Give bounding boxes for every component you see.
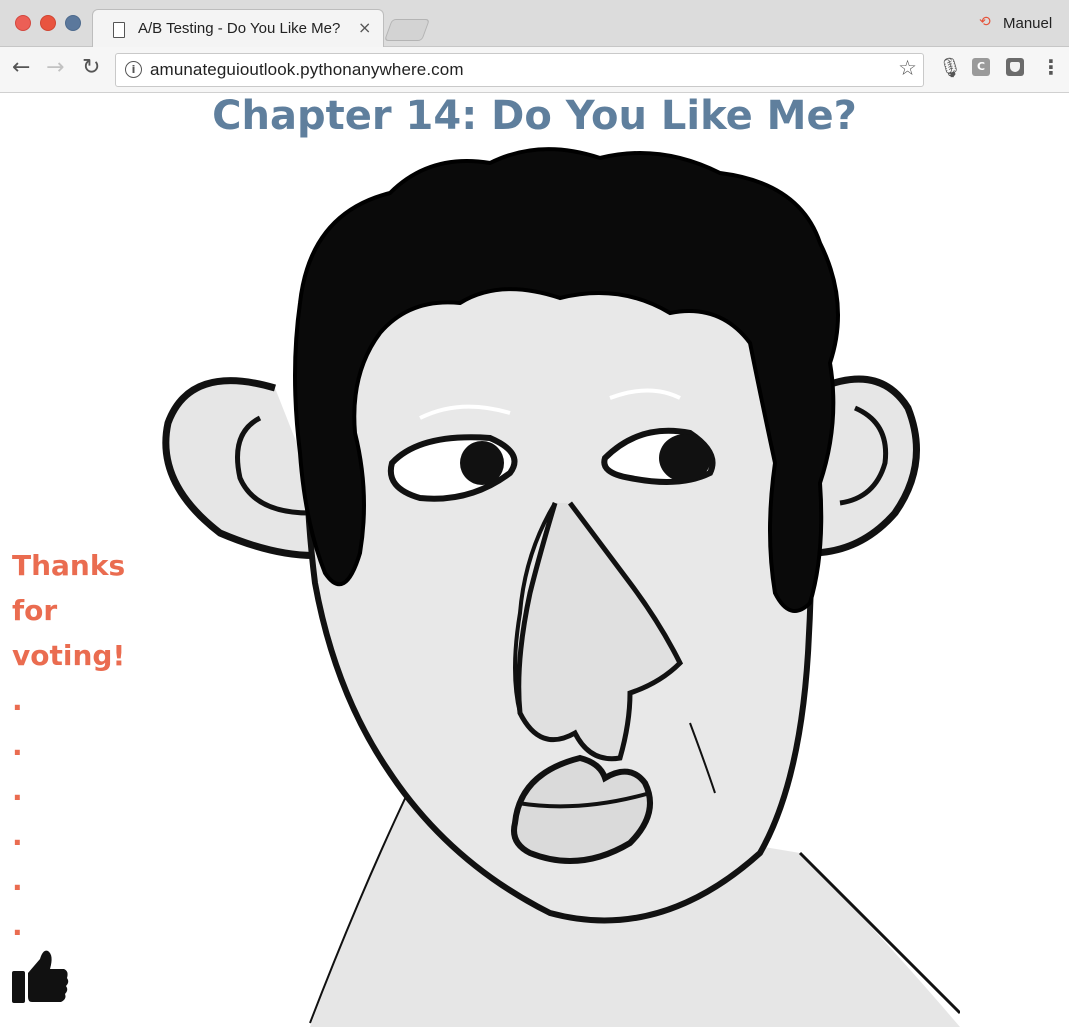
profile-icon[interactable]: ⟲: [979, 14, 991, 30]
browser-titlebar: A/B Testing - Do You Like Me? × ⟲ Manuel: [0, 0, 1069, 48]
progress-dot: .: [12, 729, 23, 762]
close-icon[interactable]: ×: [358, 18, 371, 37]
thanks-line: Thanks: [12, 549, 126, 582]
new-tab-button[interactable]: [383, 19, 431, 41]
progress-dot: .: [12, 684, 23, 717]
shield-extension-icon[interactable]: [1006, 58, 1024, 76]
tab-title: A/B Testing - Do You Like Me?: [138, 20, 341, 37]
address-bar[interactable]: i amunateguioutlook.pythonanywhere.com ☆: [115, 53, 924, 87]
reload-button[interactable]: ↻: [82, 55, 100, 81]
progress-dot: .: [12, 774, 23, 807]
url-text[interactable]: amunateguioutlook.pythonanywhere.com: [150, 60, 464, 80]
minimize-window-button[interactable]: [40, 15, 56, 31]
face-illustration: [162, 147, 960, 1027]
maximize-window-button[interactable]: [65, 15, 81, 31]
forward-button[interactable]: →: [46, 55, 64, 81]
thanks-line: voting!: [12, 639, 126, 672]
microphone-icon[interactable]: 🎙︎: [938, 56, 962, 79]
document-icon: [113, 22, 125, 38]
progress-dot: .: [12, 819, 23, 852]
back-button[interactable]: ←: [12, 55, 30, 81]
browser-toolbar: ← → ↻ i amunateguioutlook.pythonanywhere…: [0, 47, 1069, 93]
thanks-message: Thanks for voting! . . . . . .: [12, 543, 125, 948]
profile-name[interactable]: Manuel: [1003, 15, 1052, 32]
progress-dot: .: [12, 909, 23, 942]
info-icon[interactable]: i: [125, 61, 142, 78]
extension-icon[interactable]: C: [972, 58, 990, 76]
thanks-line: for: [12, 594, 58, 627]
close-window-button[interactable]: [15, 15, 31, 31]
progress-dot: .: [12, 864, 23, 897]
browser-tab[interactable]: A/B Testing - Do You Like Me? ×: [92, 9, 384, 48]
thumbs-up-icon: [12, 950, 69, 1003]
star-icon[interactable]: ☆: [898, 56, 917, 80]
menu-icon[interactable]: ⋮: [1041, 55, 1061, 79]
page-content: Chapter 14: Do You Like Me? Thanks for v…: [0, 93, 1069, 1027]
